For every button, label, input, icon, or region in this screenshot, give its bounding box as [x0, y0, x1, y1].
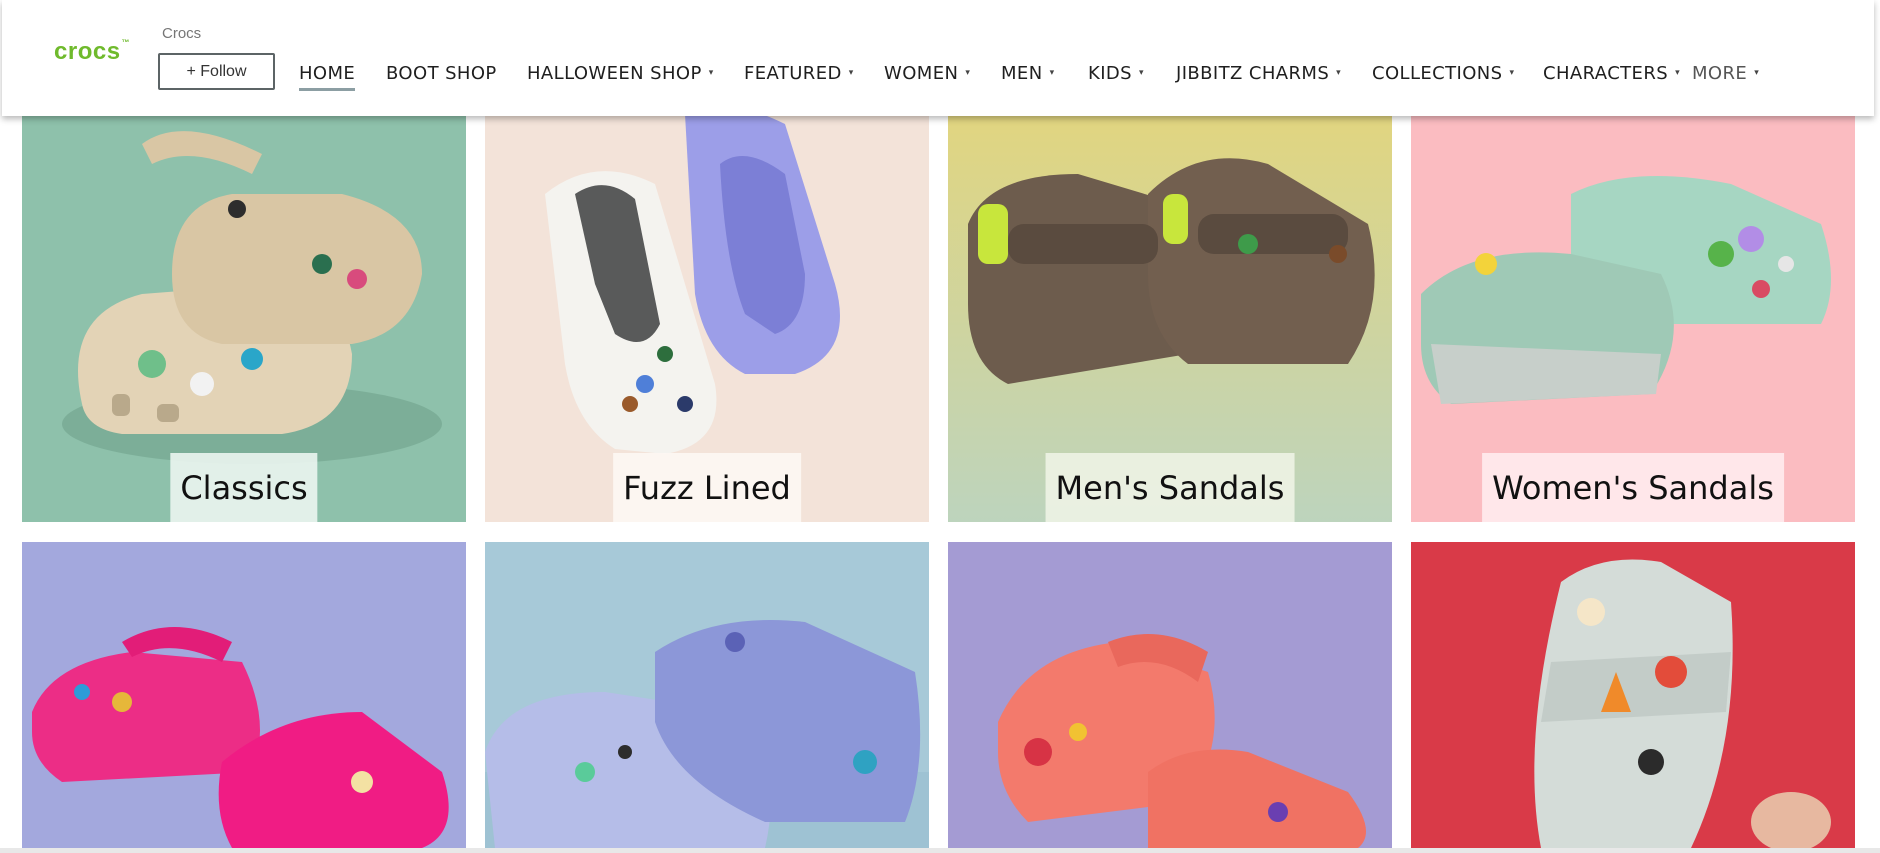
coral-clogs-image	[948, 542, 1392, 848]
nav-item-characters[interactable]: CHARACTERS ▾	[1543, 58, 1680, 88]
nav-item-kids[interactable]: KIDS ▾	[1088, 58, 1144, 88]
nav-item-jibbitz-charms[interactable]: JIBBITZ CHARMS ▾	[1176, 58, 1341, 88]
caret-down-icon: ▾	[1509, 68, 1515, 78]
caret-down-icon: ▾	[1754, 68, 1760, 78]
category-tile-pink-clogs[interactable]	[22, 542, 466, 848]
caret-down-icon: ▾	[1049, 68, 1055, 78]
follow-button[interactable]: + Follow	[158, 53, 275, 90]
caret-down-icon: ▾	[1139, 68, 1144, 78]
category-tile-fuzz-lined[interactable]: Fuzz Lined	[485, 104, 929, 522]
nav-label: JIBBITZ CHARMS	[1176, 62, 1330, 84]
caret-down-icon: ▾	[1336, 68, 1342, 78]
caret-down-icon: ▾	[848, 68, 854, 78]
nav-label: BOOT SHOP	[386, 62, 497, 84]
trademark-mark: ™	[121, 38, 131, 47]
tile-caption: Fuzz Lined	[613, 453, 801, 522]
nav-item-more[interactable]: MORE ▾	[1692, 58, 1759, 88]
caret-down-icon: ▾	[1675, 68, 1680, 78]
nav-label: HOME	[299, 62, 356, 84]
logo-text: crocs	[54, 38, 121, 65]
nav-label: MEN	[1001, 62, 1043, 84]
nav-label: MORE	[1692, 62, 1748, 84]
category-tile-coral-clogs[interactable]	[948, 542, 1392, 848]
tile-caption: Women's Sandals	[1482, 453, 1784, 522]
category-tile-mens-sandals[interactable]: Men's Sandals	[948, 104, 1392, 522]
tile-caption: Men's Sandals	[1045, 453, 1295, 522]
glitter-clogs-image	[485, 542, 929, 848]
nav-label: CHARACTERS	[1543, 62, 1669, 84]
store-header: crocs™ Crocs + Follow HOME BOOT SHOP HAL…	[2, 0, 1874, 116]
category-tile-grey-sandal[interactable]	[1411, 542, 1855, 848]
nav-item-women[interactable]: WOMEN ▾	[884, 58, 970, 88]
category-tile-womens-sandals[interactable]: Women's Sandals	[1411, 104, 1855, 522]
nav-item-collections[interactable]: COLLECTIONS ▾	[1372, 58, 1514, 88]
nav-item-home[interactable]: HOME	[299, 58, 356, 91]
brand-name: Crocs	[162, 25, 202, 42]
category-tile-classics[interactable]: Classics	[22, 104, 466, 522]
nav-label: KIDS	[1088, 62, 1132, 84]
nav-label: FEATURED	[744, 62, 842, 84]
nav-item-men[interactable]: MEN ▾	[1001, 58, 1055, 88]
tile-caption: Classics	[170, 453, 318, 522]
nav-label: COLLECTIONS	[1372, 62, 1503, 84]
crocs-logo[interactable]: crocs™	[54, 38, 130, 66]
nav-item-featured[interactable]: FEATURED ▾	[744, 58, 854, 88]
horizontal-scrollbar[interactable]	[0, 848, 1880, 853]
nav-item-halloween-shop[interactable]: HALLOWEEN SHOP ▾	[527, 58, 714, 88]
nav-label: HALLOWEEN SHOP	[527, 62, 702, 84]
caret-down-icon: ▾	[965, 68, 971, 78]
caret-down-icon: ▾	[708, 68, 714, 78]
nav-item-boot-shop[interactable]: BOOT SHOP	[386, 58, 497, 88]
grey-sandal-image	[1411, 542, 1855, 848]
pink-clogs-image	[22, 542, 466, 848]
nav-label: WOMEN	[884, 62, 959, 84]
category-tile-glitter-clogs[interactable]	[485, 542, 929, 848]
